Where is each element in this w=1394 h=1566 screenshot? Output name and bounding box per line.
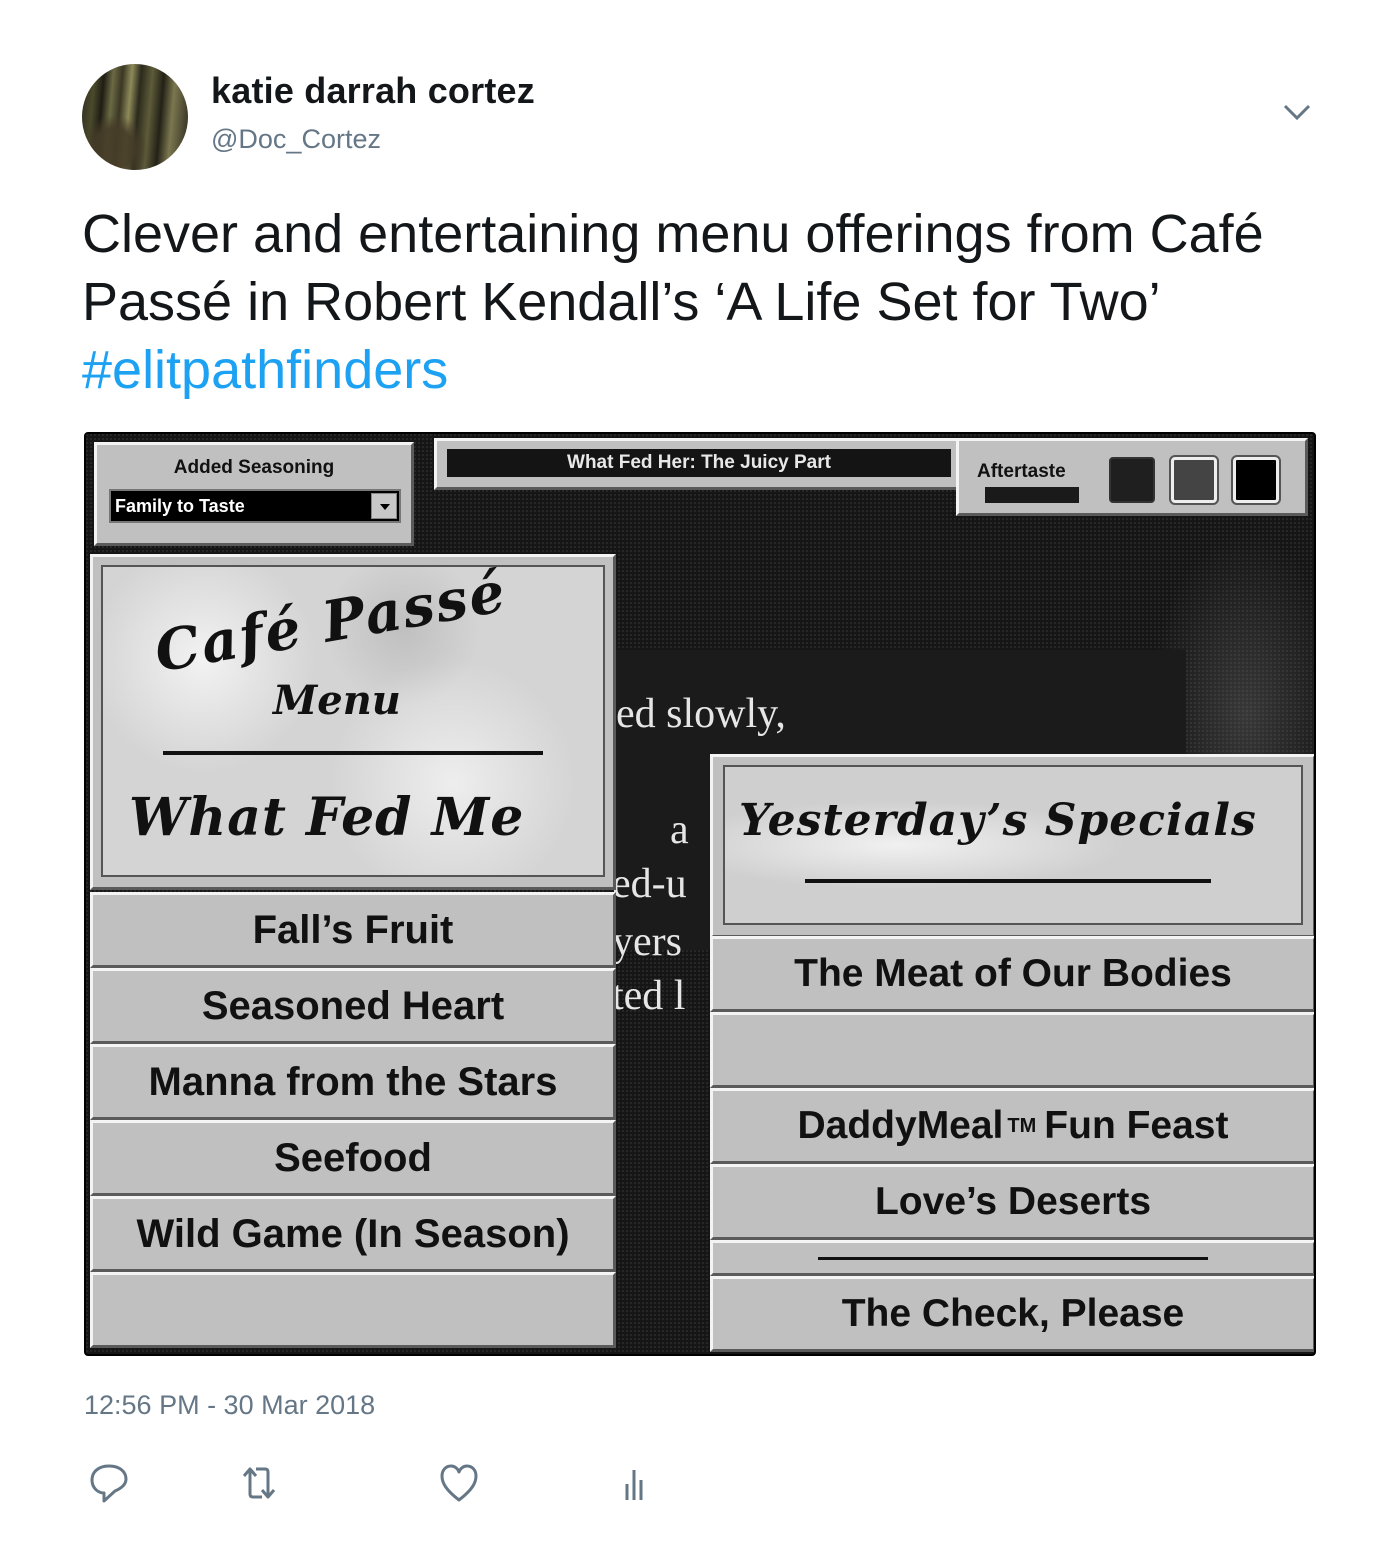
menu-divider (163, 751, 543, 755)
specials-divider (805, 879, 1211, 883)
aftertaste-swatch-2[interactable] (1169, 455, 1219, 505)
hashtag-link[interactable]: #elitpathfinders (82, 340, 448, 400)
menu-card-paper: Café Passé Menu What Fed Me (101, 559, 605, 877)
menu-item-seasoned-heart[interactable]: Seasoned Heart (90, 968, 616, 1044)
section-title: What Fed Her: The Juicy Part (447, 449, 951, 477)
title-bar: What Fed Her: The Juicy Part (434, 438, 964, 490)
tweet-timestamp[interactable]: 12:56 PM - 30 Mar 2018 (84, 1390, 375, 1421)
aftertaste-swatch-1[interactable] (1109, 457, 1155, 503)
story-text-line: ted l (612, 973, 686, 1019)
author-handle[interactable]: @Doc_Cortez (211, 124, 381, 155)
special-item-deserts[interactable]: Love’s Deserts (710, 1164, 1314, 1240)
chevron-down-icon[interactable] (1280, 100, 1314, 124)
seasoning-panel: Added Seasoning Family to Taste (94, 442, 414, 546)
seasoning-dropdown[interactable]: Family to Taste (109, 489, 401, 523)
story-text-line: a (670, 807, 689, 853)
specials-card-paper: Yesterday’s Specials (723, 765, 1303, 925)
check-please-button[interactable]: The Check, Please (710, 1276, 1314, 1352)
reply-icon[interactable] (84, 1458, 134, 1508)
cafe-name: Café Passé (149, 558, 512, 686)
menu-word: Menu (273, 677, 401, 724)
left-menu-list: Fall’s Fruit Seasoned Heart Manna from t… (90, 892, 616, 1348)
menu-item-seefood[interactable]: Seefood (90, 1120, 616, 1196)
fun-feast-label: Fun Feast (1044, 1104, 1229, 1147)
specials-separator (710, 1240, 1314, 1276)
tweet-text: Clever and entertaining menu offerings f… (82, 200, 1322, 404)
story-text-line: ed slowly, (616, 691, 786, 737)
menu-item-falls-fruit[interactable]: Fall’s Fruit (90, 892, 616, 968)
aftertaste-panel: Aftertaste (956, 438, 1308, 516)
special-item-daddymeal[interactable]: DaddyMeal TM Fun Feast (710, 1088, 1314, 1164)
analytics-icon[interactable] (609, 1458, 659, 1508)
tweet-actions (84, 1458, 684, 1508)
dropdown-arrow-icon[interactable] (371, 493, 397, 519)
heart-icon[interactable] (434, 1458, 484, 1508)
retweet-icon[interactable] (234, 1458, 284, 1508)
seasoning-label: Added Seasoning (173, 457, 335, 478)
special-item-meat[interactable]: The Meat of Our Bodies (710, 936, 1314, 1012)
menu-item-manna[interactable]: Manna from the Stars (90, 1044, 616, 1120)
menu-item-wild-game[interactable]: Wild Game (In Season) (90, 1196, 616, 1272)
menu-subtitle: What Fed Me (129, 787, 525, 848)
aftertaste-swatch-3[interactable] (1231, 455, 1281, 505)
specials-title: Yesterday’s Specials (739, 795, 1257, 846)
specials-menu-list: The Meat of Our Bodies DaddyMeal TM Fun Fe… (710, 936, 1314, 1352)
special-item-blank[interactable] (710, 1012, 1314, 1088)
author-name[interactable]: katie darrah cortez (211, 70, 535, 112)
story-text-line: ed-u (612, 861, 687, 907)
tweet-body: Clever and entertaining menu offerings f… (82, 204, 1264, 332)
seasoning-selected-value: Family to Taste (115, 496, 245, 516)
trademark-mark: TM (1007, 1114, 1037, 1137)
menu-item-blank[interactable] (90, 1272, 616, 1348)
cafe-menu-card: Café Passé Menu What Fed Me (90, 554, 616, 890)
story-text-line: yers (612, 919, 682, 965)
aftertaste-label: Aftertaste (977, 461, 1066, 482)
embedded-screenshot[interactable]: ed slowly, a ed-u yers ted l Added Seaso… (84, 432, 1316, 1356)
daddymeal-label: DaddyMeal (797, 1104, 1004, 1147)
specials-card: Yesterday’s Specials (710, 754, 1314, 938)
separator-line (818, 1256, 1208, 1260)
aftertaste-bar (985, 487, 1079, 503)
avatar[interactable] (82, 64, 188, 170)
